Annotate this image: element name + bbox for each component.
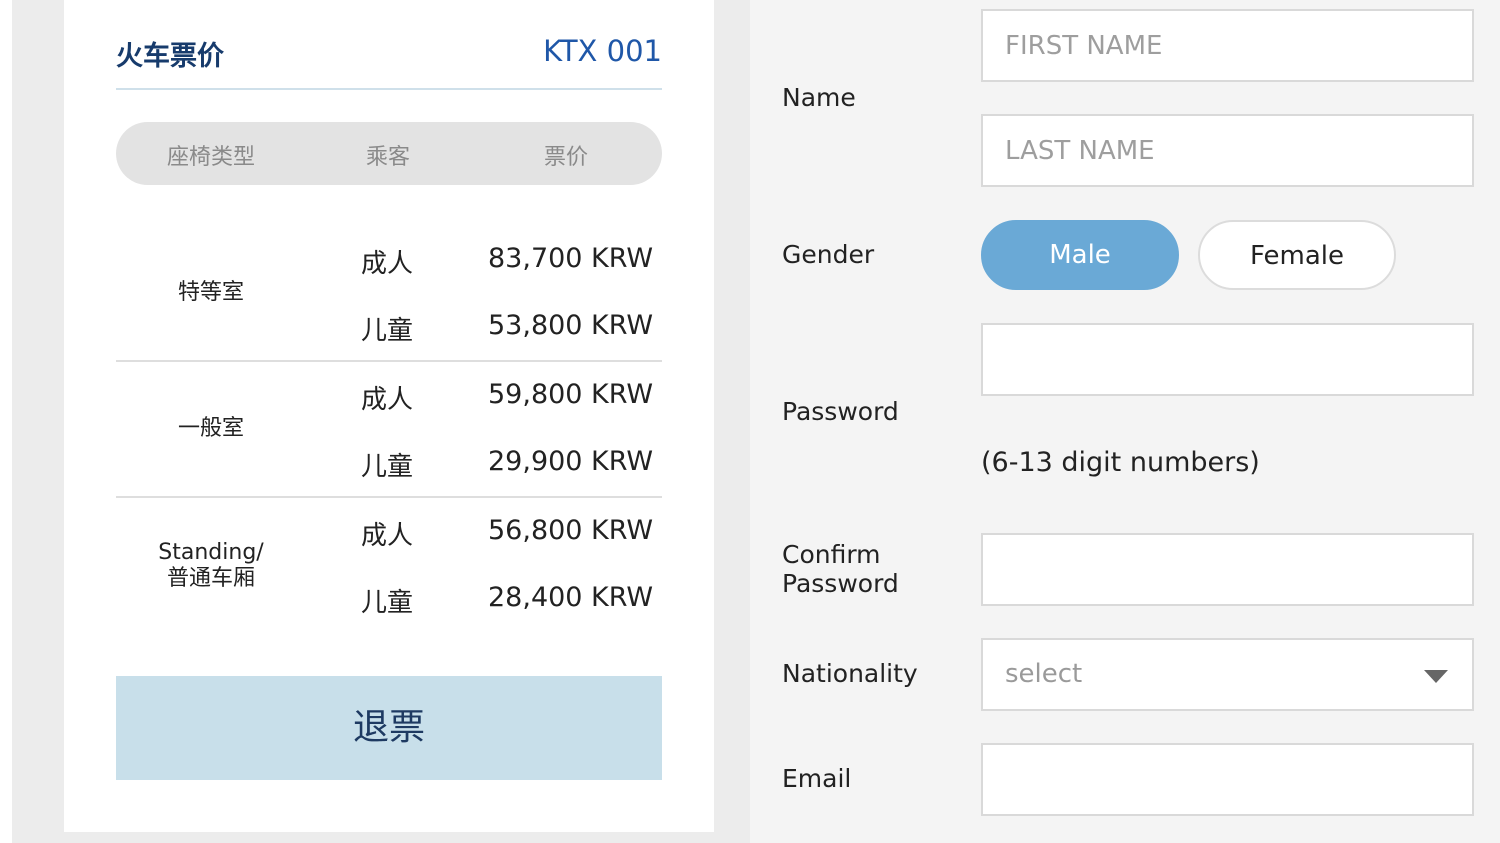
fare-row-standing: Standing/ 普通车厢 成人 56,800 KRW 儿童 28,400 K… (116, 498, 662, 634)
fare-header: 火车票价 KTX 001 (116, 28, 662, 90)
nationality-select-value: select (1005, 659, 1083, 689)
fare-price: 83,700 KRW (488, 243, 654, 274)
confirm-password-label-line2: Password (782, 569, 899, 598)
passenger-adult: 成人 (361, 521, 414, 551)
column-passenger: 乘客 (365, 145, 410, 170)
email-field[interactable] (981, 743, 1474, 816)
password-input[interactable] (1005, 325, 1472, 394)
fare-column-header: 座椅类型 乘客 票价 (116, 122, 662, 185)
password-hint: (6-13 digit numbers) (981, 447, 1260, 478)
registration-form: Name Gender Male Female Password (6-13 d… (750, 0, 1500, 843)
gender-label: Gender (782, 240, 875, 269)
confirm-password-label: Confirm Password (782, 540, 899, 598)
refund-button[interactable]: 退票 (116, 676, 662, 780)
fare-price: 53,800 KRW (488, 310, 654, 341)
last-name-field[interactable] (981, 114, 1474, 187)
fare-title: 火车票价 (116, 41, 224, 72)
column-fare: 票价 (543, 145, 588, 170)
password-field[interactable] (981, 323, 1474, 396)
fare-price: 29,900 KRW (488, 446, 654, 477)
passenger-adult: 成人 (361, 385, 414, 415)
fare-price: 28,400 KRW (488, 582, 654, 613)
seat-class-label: 特等室 (177, 280, 244, 305)
seat-class-label-line2: 普通车厢 (166, 566, 255, 591)
fare-row-first-class: 特等室 成人 83,700 KRW 儿童 53,800 KRW (116, 226, 662, 362)
nationality-label: Nationality (782, 659, 918, 688)
gender-female-button[interactable]: Female (1198, 220, 1396, 290)
chevron-down-icon[interactable] (1424, 670, 1448, 683)
confirm-password-field[interactable] (981, 533, 1474, 606)
name-label: Name (782, 83, 856, 112)
page-edge (0, 0, 12, 843)
gender-male-button[interactable]: Male (981, 220, 1179, 290)
seat-class-label: Standing/ 普通车厢 (131, 540, 291, 592)
seat-class-label-line1: Standing/ (158, 540, 264, 565)
seat-class-label: 一般室 (177, 416, 244, 441)
fare-row-standard: 一般室 成人 59,800 KRW 儿童 29,900 KRW (116, 362, 662, 498)
email-label: Email (782, 764, 852, 793)
train-number: KTX 001 (543, 34, 662, 68)
confirm-password-input[interactable] (1005, 535, 1472, 604)
first-name-field[interactable] (981, 9, 1474, 82)
passenger-child: 儿童 (361, 588, 414, 618)
password-label: Password (782, 397, 899, 426)
fare-card: 火车票价 KTX 001 座椅类型 乘客 票价 特等室 成人 83,700 KR… (64, 0, 714, 832)
confirm-password-label-line1: Confirm (782, 540, 881, 569)
last-name-input[interactable] (1005, 116, 1472, 185)
passenger-adult: 成人 (361, 249, 414, 279)
column-seat-type: 座椅类型 (166, 145, 255, 170)
passenger-child: 儿童 (361, 452, 414, 482)
fare-price: 56,800 KRW (488, 515, 654, 546)
first-name-input[interactable] (1005, 11, 1472, 80)
email-input[interactable] (1005, 745, 1472, 814)
passenger-child: 儿童 (361, 316, 414, 346)
nationality-select[interactable]: select (981, 638, 1474, 711)
fare-price: 59,800 KRW (488, 379, 654, 410)
